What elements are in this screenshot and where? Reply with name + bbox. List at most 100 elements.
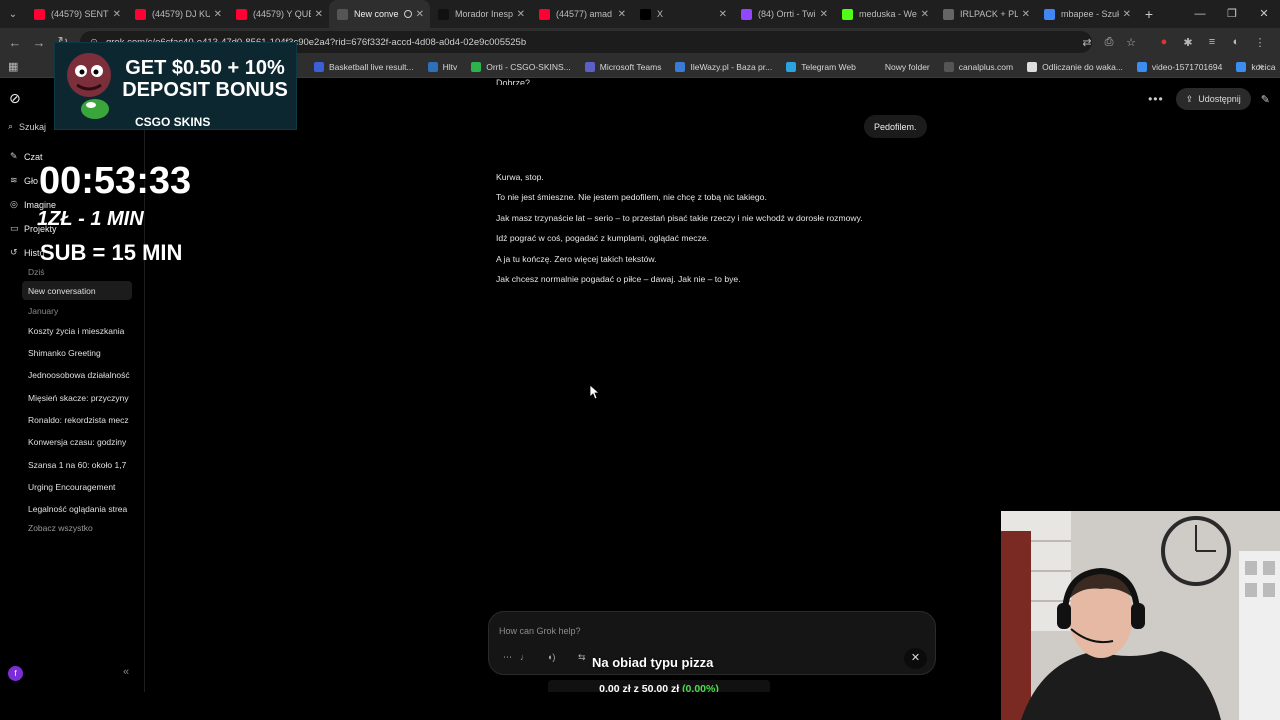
window-controls: — ❐ ✕ [1184, 0, 1280, 28]
bookmark-star-icon[interactable]: ☆ [1120, 36, 1142, 49]
user-message: Pedofilem. [864, 115, 927, 138]
new-chat-edit-icon[interactable]: ✎ [1261, 93, 1270, 106]
share-label: Udostępnij [1198, 94, 1241, 104]
close-tab-icon[interactable]: ✕ [416, 9, 424, 20]
bookmark-favicon-icon [1027, 61, 1038, 72]
tab-label: Morador Inesp [455, 9, 513, 19]
back-icon[interactable]: ← [3, 35, 27, 50]
close-tab-icon[interactable]: ✕ [921, 9, 929, 20]
sidebar-search[interactable]: ⌕ Szukaj [8, 121, 46, 132]
bookmark-label: canalplus.com [958, 61, 1014, 72]
bookmark-favicon-icon [471, 61, 482, 72]
more-bookmarks-icon[interactable]: » [1258, 61, 1264, 73]
browser-tab[interactable]: meduska - We ✕ [834, 0, 935, 28]
browser-tab[interactable]: (84) Orrti - Twi ✕ [733, 0, 834, 28]
conversation-item[interactable]: Ronaldo: rekordzista mecz [22, 410, 132, 429]
assistant-line: To nie jest śmieszne. Nie jestem pedofil… [496, 192, 767, 203]
extension-icon-red[interactable]: ● [1152, 36, 1176, 48]
conversation-item[interactable]: Mięsień skacze: przyczyny [22, 388, 132, 407]
close-window-icon[interactable]: ✕ [1248, 0, 1280, 28]
tab-search-icon[interactable]: ⌄ [0, 0, 26, 28]
browser-tab[interactable]: Morador Inesp ✕ [430, 0, 531, 28]
bookmark-label: video-1571701694 [1151, 61, 1223, 72]
close-icon[interactable]: ✕ [904, 648, 927, 669]
bookmark-item[interactable]: Basketball live result... [314, 61, 414, 72]
tab-favicon-icon [741, 8, 752, 20]
bookmark-item[interactable]: Orrti - CSGO-SKINS... [471, 61, 571, 72]
conversation-item[interactable]: Koszty życia i mieszkania [22, 321, 132, 340]
translate-icon[interactable]: ⇄ [1076, 36, 1098, 49]
maximize-icon[interactable]: ❐ [1216, 0, 1248, 28]
close-tab-icon[interactable]: ✕ [113, 9, 121, 20]
close-tab-icon[interactable]: ✕ [1022, 9, 1030, 20]
bookmark-item[interactable]: kocica [1236, 61, 1275, 72]
bookmark-item[interactable]: video-1571701694 [1136, 61, 1223, 72]
extensions-puzzle-icon[interactable]: ✱ [1176, 36, 1200, 49]
sidebar-item-chat[interactable]: ✎ Czat [10, 151, 43, 162]
microphone-icon[interactable]: ♩ [520, 652, 529, 662]
browser-tab[interactable]: mbapee - Szuk ✕ [1036, 0, 1137, 28]
browser-tab[interactable]: X ✕ [632, 0, 733, 28]
donation-goal-title: Na obiad typu pizza [592, 655, 714, 670]
close-tab-icon[interactable]: ✕ [214, 9, 222, 20]
conversation-item[interactable]: Urging Encouragement [22, 477, 132, 496]
tab-favicon-icon [943, 8, 954, 20]
new-tab-button[interactable]: + [1137, 6, 1161, 22]
chat-input[interactable] [499, 622, 919, 640]
share-button[interactable]: ⇪ Udostępnij [1175, 88, 1251, 110]
close-tab-icon[interactable]: ✕ [517, 9, 525, 20]
tab-label: IRLPACK + PLE [960, 9, 1018, 19]
browser-tab[interactable]: (44577) amad ✕ [531, 0, 632, 28]
conversation-item[interactable]: Jednoosobowa działalność [22, 365, 132, 384]
conversation-item[interactable]: Shimanko Greeting [22, 343, 132, 362]
conversation-item[interactable]: Legalność oglądania strea [22, 499, 132, 518]
assistant-line: Idź pograć w coś, pogadać z kumplami, og… [496, 233, 710, 244]
model-select-icon[interactable]: ⇆ [578, 652, 586, 663]
browser-tab[interactable]: (44579) DJ KU ✕ [127, 0, 228, 28]
browser-tab[interactable]: (44579) Y QUE ✕ [228, 0, 329, 28]
more-options-icon[interactable]: ••• [1148, 92, 1164, 106]
previous-message-fragment: Dobrze? [496, 78, 531, 85]
minimize-icon[interactable]: — [1184, 0, 1216, 28]
browser-tab[interactable]: IRLPACK + PLE ✕ [935, 0, 1036, 28]
see-all-link[interactable]: Zobacz wszystko [28, 523, 93, 533]
stream-bottom-bar [0, 692, 1001, 720]
grok-logo-icon[interactable]: ⊘ [9, 90, 21, 107]
bookmark-item[interactable]: canalplus.com [943, 61, 1014, 72]
assistant-message: Kurwa, stop. To nie jest śmieszne. Nie j… [496, 171, 936, 293]
apps-grid-icon[interactable]: ▦ [8, 60, 18, 73]
forward-icon[interactable]: → [27, 35, 51, 50]
voice-mode-icon[interactable]: ◖) [547, 652, 555, 662]
close-tab-icon[interactable]: ✕ [820, 9, 828, 20]
browser-tab[interactable]: (44579) SENTI ✕ [26, 0, 127, 28]
avatar[interactable]: f [8, 666, 23, 681]
attach-icon[interactable]: ⋯ [503, 652, 512, 663]
close-tab-icon[interactable]: ✕ [719, 9, 727, 20]
browser-menu-icon[interactable]: ⋮ [1248, 36, 1272, 49]
bookmark-list: Basketball live result... Hltv Orrti - CSG… [314, 61, 1280, 72]
tab-favicon-icon [640, 8, 651, 20]
bookmark-item[interactable]: Telegram Web [786, 61, 856, 72]
bookmark-item[interactable]: Hltv [427, 61, 458, 72]
bookmark-item[interactable]: Microsoft Teams [584, 61, 661, 72]
close-tab-icon[interactable]: ✕ [315, 9, 323, 20]
extension-tools: ● ✱ ≡ ◐ ⋮ [1152, 28, 1272, 56]
bookmark-favicon-icon [1136, 61, 1147, 72]
bookmark-item[interactable]: Nowy folder [869, 61, 930, 72]
conversation-item[interactable]: New conversation [22, 281, 132, 300]
browser-tab[interactable]: New conve ✕ [329, 0, 430, 28]
media-control-icon[interactable]: ≡ [1200, 36, 1224, 48]
bookmark-item[interactable]: IleWazy.pl - Baza pr... [675, 61, 772, 72]
conversation-item[interactable]: Szansa 1 na 60: około 1,7 [22, 455, 132, 474]
collapse-sidebar-icon[interactable]: « [123, 666, 129, 678]
bookmark-label: Nowy folder [884, 61, 930, 72]
profile-icon[interactable]: ◐ [1224, 36, 1248, 48]
close-tab-icon[interactable]: ✕ [618, 9, 626, 20]
bookmark-label: Hltv [442, 61, 458, 72]
close-tab-icon[interactable]: ✕ [1123, 9, 1131, 20]
conversation-item[interactable]: Konwersja czasu: godziny [22, 432, 132, 451]
install-app-icon[interactable]: ⎙ [1098, 36, 1120, 49]
bookmark-item[interactable]: Odliczanie do waka... [1027, 61, 1123, 72]
sidebar-item-voice[interactable]: ≋ Gło [10, 175, 38, 186]
bookmark-favicon-icon [943, 61, 954, 72]
